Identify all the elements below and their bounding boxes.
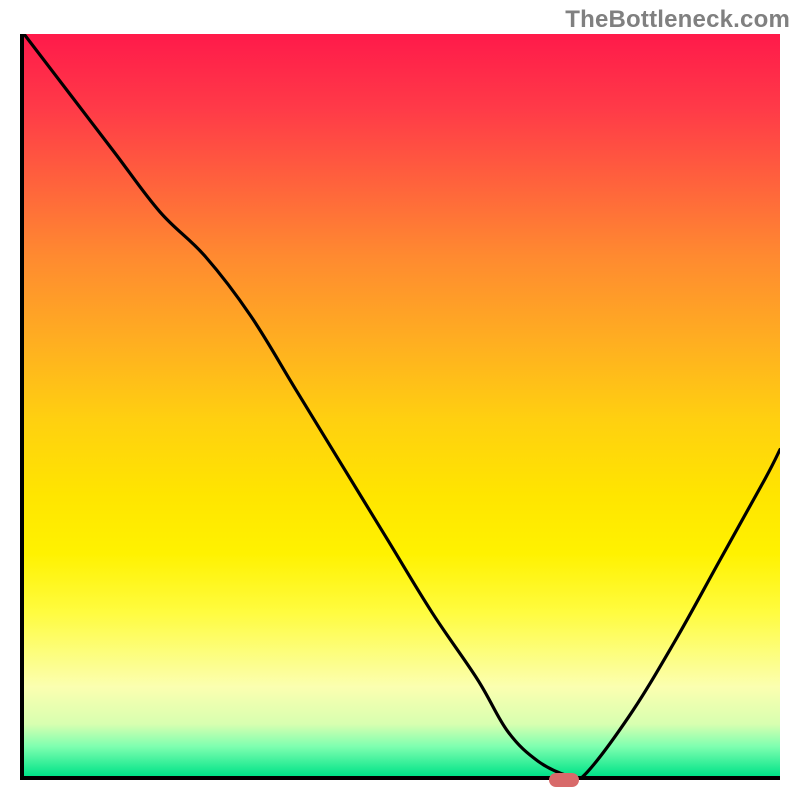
optimal-marker	[549, 773, 579, 787]
watermark-text: TheBottleneck.com	[565, 6, 790, 34]
plot-area	[20, 34, 780, 780]
heat-gradient	[24, 34, 780, 776]
chart-container: TheBottleneck.com	[0, 0, 800, 800]
